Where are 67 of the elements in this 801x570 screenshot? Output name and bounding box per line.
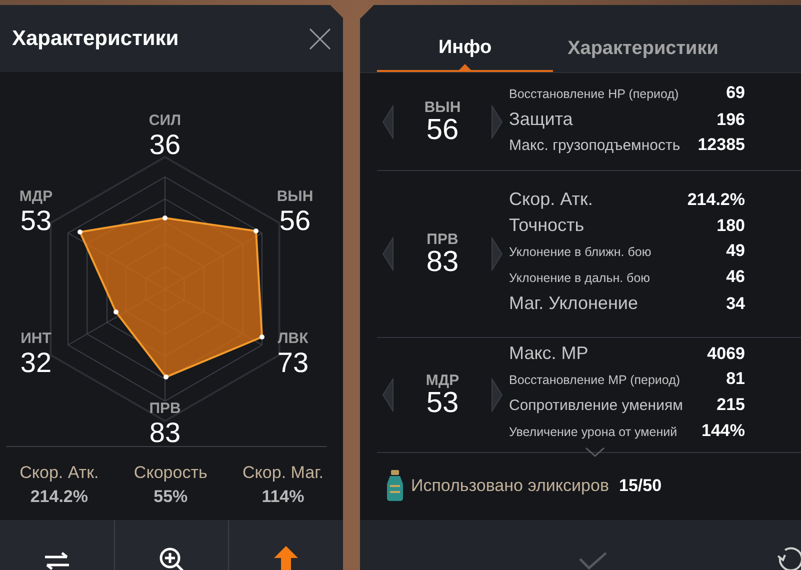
tab[interactable]: Характеристики (553, 5, 733, 72)
stat-label: ВЫН (424, 98, 461, 116)
speed-value: 55% (154, 487, 188, 507)
stat-value: 83 (426, 248, 459, 277)
arrow-left-icon[interactable] (382, 237, 394, 271)
elixir-count: 15/50 (618, 476, 662, 496)
attribute-value: 4069 (707, 344, 745, 364)
attribute-value: 214.2% (687, 190, 745, 210)
attribute-label: Уклонение в ближн. бою (509, 245, 652, 259)
attribute-value: 144% (702, 421, 745, 441)
confirm-check-icon[interactable] (578, 552, 608, 570)
attribute-value: 81 (726, 369, 745, 389)
attribute-value: 34 (726, 294, 745, 314)
tab[interactable]: Инфо (377, 5, 553, 72)
potion-icon (385, 470, 405, 502)
stat-value: 56 (279, 207, 311, 235)
attribute-label: Маг. Уклонение (509, 293, 638, 314)
arrow-right-icon[interactable] (491, 378, 503, 412)
speed-value: 214.2% (30, 487, 88, 507)
stat-value: 36 (149, 131, 181, 159)
zoom-in-icon[interactable] (158, 546, 186, 570)
attribute-label: Уклонение в дальн. бою (509, 271, 650, 285)
stat-label: ИНТ (20, 330, 52, 347)
attribute-value: 49 (726, 241, 745, 261)
attribute-label: Сопротивление умениям (509, 397, 683, 414)
arrow-left-icon[interactable] (382, 104, 394, 138)
attribute-label: Восстановление MP (период) (509, 373, 680, 387)
attribute-value: 180 (716, 216, 745, 236)
stat-label: ПРВ (426, 231, 458, 248)
stat-value: 53 (20, 207, 52, 235)
stat-label: СИЛ (148, 112, 182, 129)
stat-value: 73 (277, 349, 309, 377)
attribute-value: 12385 (698, 134, 745, 154)
attribute-value: 46 (726, 267, 745, 287)
elixir-label: Использовано эликсиров (411, 476, 609, 496)
close-icon[interactable] (309, 28, 331, 50)
refresh-icon[interactable] (777, 546, 801, 570)
speed-label: Скор. Маг. (242, 463, 324, 483)
panel-title: Характеристики (12, 26, 179, 50)
attribute-value: 69 (726, 82, 745, 102)
arrow-right-icon[interactable] (490, 104, 503, 138)
upgrade-arrow-icon[interactable] (274, 546, 298, 570)
stat-label: ЛВК (278, 330, 308, 347)
attribute-label: Точность (509, 215, 584, 236)
arrow-left-icon[interactable] (382, 378, 394, 412)
stat-value: 83 (149, 419, 181, 447)
attribute-label: Восстановление HP (период) (509, 86, 679, 100)
attribute-label: Макс. MP (509, 343, 588, 364)
stat-value: 56 (426, 116, 459, 144)
stat-label: МДР (19, 188, 53, 205)
attribute-label: Защита (509, 108, 573, 130)
attribute-label: Увеличение урона от умений (509, 425, 678, 439)
stat-label: ВЫН (276, 188, 314, 205)
attribute-value: 196 (716, 110, 745, 130)
speed-label: Скор. Атк. (20, 463, 99, 483)
attribute-value: 215 (716, 395, 745, 415)
stat-label: МДР (426, 372, 460, 389)
chevron-down-icon[interactable] (585, 447, 605, 457)
speed-label: Скорость (134, 463, 208, 483)
arrow-right-icon[interactable] (490, 237, 503, 271)
stat-value: 32 (20, 349, 52, 377)
speed-value: 114% (262, 487, 304, 507)
stat-label: ПРВ (149, 400, 181, 417)
stat-value: 53 (426, 389, 459, 418)
attribute-label: Макс. грузоподъемность (509, 136, 680, 154)
attribute-label: Скор. Атк. (509, 189, 593, 210)
swap-icon[interactable] (42, 552, 71, 570)
